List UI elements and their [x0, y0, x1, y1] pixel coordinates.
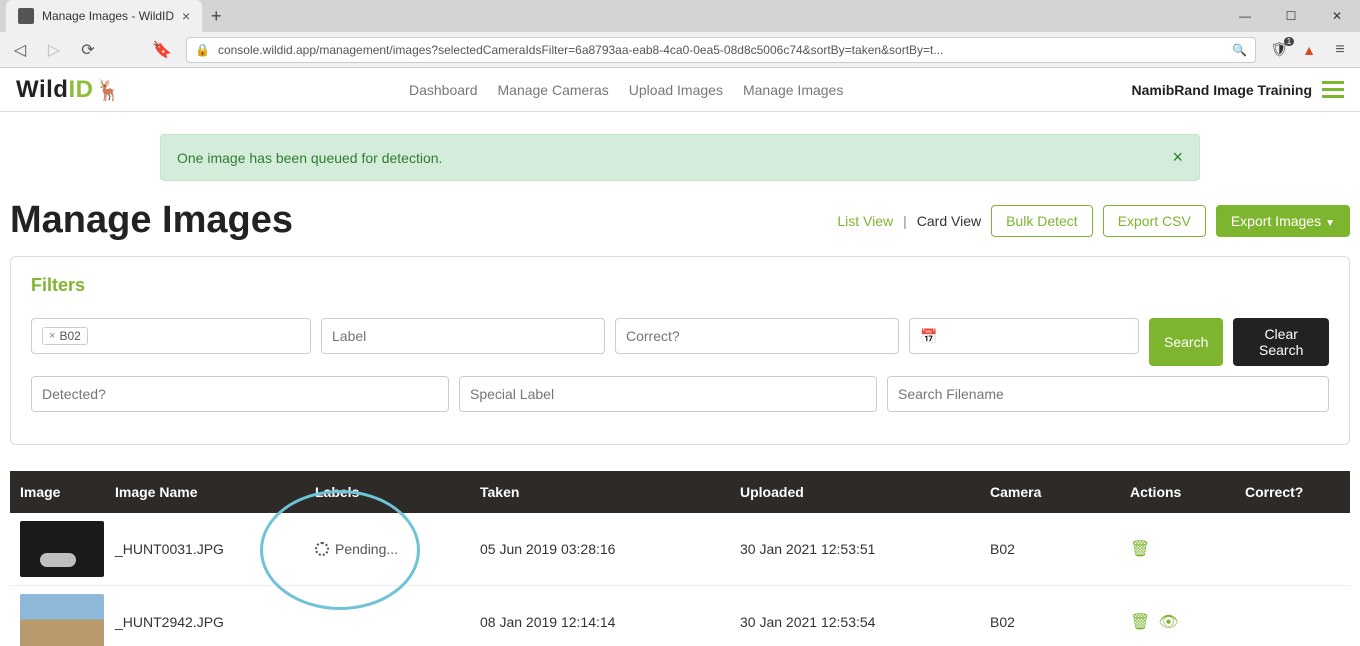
col-taken: Taken	[480, 484, 740, 500]
filters-card: Filters ×B02 📅 Search Clear Search	[10, 256, 1350, 445]
reload-button[interactable]: ⟳	[78, 40, 98, 60]
hamburger-menu-icon[interactable]	[1322, 81, 1344, 98]
date-filter-input[interactable]: 📅	[909, 318, 1139, 354]
bookmark-icon[interactable]: 🔖	[152, 40, 172, 60]
address-bar[interactable]: 🔒 console.wildid.app/management/images?s…	[186, 37, 1256, 63]
image-name: _HUNT2942.JPG	[115, 614, 315, 630]
export-images-button[interactable]: Export Images▼	[1216, 205, 1350, 237]
camera-filter-input[interactable]: ×B02	[31, 318, 311, 354]
image-thumbnail[interactable]	[20, 521, 104, 577]
taken-cell: 08 Jan 2019 12:14:14	[480, 614, 740, 630]
special-label-filter-input[interactable]	[459, 376, 877, 412]
logo-silhouette-icon: 🦌	[95, 80, 120, 102]
window-maximize[interactable]: ☐	[1268, 0, 1314, 32]
org-name: NamibRand Image Training	[1132, 82, 1312, 98]
detected-filter-input[interactable]	[31, 376, 449, 412]
view-separator: |	[903, 213, 907, 229]
col-labels: Labels	[315, 484, 480, 500]
close-tab-icon[interactable]: ×	[182, 8, 190, 24]
alert-close-icon[interactable]: ×	[1172, 147, 1183, 168]
export-csv-button[interactable]: Export CSV	[1103, 205, 1206, 237]
search-button[interactable]: Search	[1149, 318, 1223, 366]
logo[interactable]: WildID🦌	[16, 76, 121, 104]
actions-cell: 🗑 👁	[1130, 612, 1245, 632]
table-row: _HUNT2942.JPG 08 Jan 2019 12:14:14 30 Ja…	[10, 586, 1350, 646]
uploaded-cell: 30 Jan 2021 12:53:54	[740, 614, 990, 630]
col-image: Image	[20, 484, 115, 500]
browser-tab[interactable]: Manage Images - WildID ×	[6, 0, 202, 32]
browser-titlebar: Manage Images - WildID × + — ☐ ✕	[0, 0, 1360, 32]
card-view-link[interactable]: Card View	[917, 213, 981, 229]
image-thumbnail[interactable]	[20, 594, 104, 646]
col-uploaded: Uploaded	[740, 484, 990, 500]
nav-manage-images[interactable]: Manage Images	[743, 82, 843, 98]
new-tab-button[interactable]: +	[202, 6, 230, 27]
camera-tag[interactable]: ×B02	[42, 327, 88, 345]
trash-icon[interactable]: 🗑	[1130, 612, 1150, 632]
uploaded-cell: 30 Jan 2021 12:53:51	[740, 541, 990, 557]
window-minimize[interactable]: —	[1222, 0, 1268, 32]
camera-cell: B02	[990, 614, 1130, 630]
forward-button[interactable]: ▷	[44, 40, 64, 60]
app-header: WildID🦌 Dashboard Manage Cameras Upload …	[0, 68, 1360, 112]
col-name: Image Name	[115, 484, 315, 500]
taken-cell: 05 Jun 2019 03:28:16	[480, 541, 740, 557]
eye-icon[interactable]: 👁	[1158, 612, 1178, 632]
actions-cell: 🗑	[1130, 539, 1245, 559]
list-view-link[interactable]: List View	[837, 213, 893, 229]
page-title: Manage Images	[10, 199, 293, 242]
nav-manage-cameras[interactable]: Manage Cameras	[498, 82, 609, 98]
image-name: _HUNT0031.JPG	[115, 541, 315, 557]
label-filter-input[interactable]	[321, 318, 605, 354]
labels-cell: Pending...	[315, 541, 480, 557]
favicon	[18, 8, 34, 24]
nav-upload-images[interactable]: Upload Images	[629, 82, 723, 98]
col-actions: Actions	[1130, 484, 1245, 500]
search-icon[interactable]: 🔍	[1232, 43, 1247, 57]
lock-icon: 🔒	[195, 43, 210, 57]
col-camera: Camera	[990, 484, 1130, 500]
table-row: _HUNT0031.JPG Pending... 05 Jun 2019 03:…	[10, 513, 1350, 586]
filters-title: Filters	[31, 275, 1329, 296]
browser-menu-icon[interactable]: ≡	[1330, 41, 1350, 59]
url-text: console.wildid.app/management/images?sel…	[218, 43, 1224, 57]
success-alert: One image has been queued for detection.…	[160, 134, 1200, 181]
window-close[interactable]: ✕	[1314, 0, 1360, 32]
table-header: Image Image Name Labels Taken Uploaded C…	[10, 471, 1350, 513]
filename-filter-input[interactable]	[887, 376, 1329, 412]
calendar-icon: 📅	[920, 328, 937, 345]
chevron-down-icon: ▼	[1325, 218, 1335, 229]
spinner-icon	[315, 542, 329, 556]
bulk-detect-button[interactable]: Bulk Detect	[991, 205, 1093, 237]
alert-text: One image has been queued for detection.	[177, 150, 442, 166]
shield-icon[interactable]: 🛡1	[1270, 41, 1288, 58]
brave-icon[interactable]: ▲	[1302, 42, 1316, 58]
tag-remove-icon[interactable]: ×	[49, 330, 55, 342]
back-button[interactable]: ◁	[10, 40, 30, 60]
tab-title: Manage Images - WildID	[42, 9, 174, 23]
nav-dashboard[interactable]: Dashboard	[409, 82, 478, 98]
trash-icon[interactable]: 🗑	[1130, 539, 1150, 559]
images-table: Image Image Name Labels Taken Uploaded C…	[10, 471, 1350, 646]
top-nav: Dashboard Manage Cameras Upload Images M…	[121, 82, 1132, 98]
browser-toolbar: ◁ ▷ ⟳ 🔖 🔒 console.wildid.app/management/…	[0, 32, 1360, 68]
camera-cell: B02	[990, 541, 1130, 557]
correct-filter-input[interactable]	[615, 318, 899, 354]
col-correct: Correct?	[1245, 484, 1340, 500]
clear-search-button[interactable]: Clear Search	[1233, 318, 1329, 366]
